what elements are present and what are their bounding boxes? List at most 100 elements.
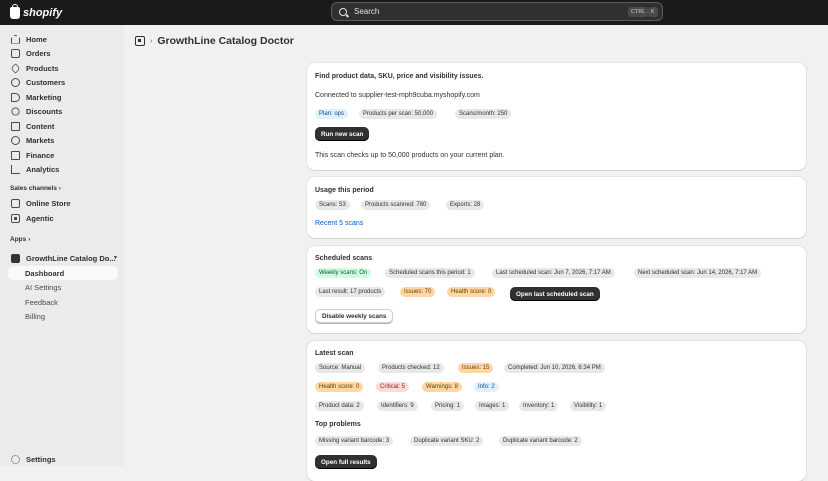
sidebar-item-agentic[interactable]: Agentic	[5, 211, 54, 225]
problem-badge: Missing variant barcode: 3	[315, 436, 394, 446]
sidebar-item-label: Customers	[26, 77, 66, 87]
identifiers-badge: Identifiers: 9	[377, 401, 418, 411]
source-badge: Source: Manual	[315, 363, 366, 373]
scan-card: Find product data, SKU, price and visibi…	[307, 63, 806, 170]
recent-scans-link[interactable]: Recent 5 scans	[315, 220, 363, 227]
sidebar-item-orders[interactable]: Orders	[5, 46, 51, 60]
last-result-badge: Last result: 17 products	[315, 287, 386, 297]
sidebar-item-label: Analytics	[26, 164, 60, 174]
weekly-scans-badge: Weekly scans: On	[315, 268, 372, 278]
sidebar-item-marketing[interactable]: Marketing	[5, 90, 61, 104]
products-checked-badge: Products checked: 12	[378, 363, 444, 373]
kbd-k: K	[648, 7, 658, 17]
sidebar-item-label: Agentic	[26, 213, 54, 223]
sidebar-item-content[interactable]: Content	[5, 119, 54, 133]
sidebar-item-label: Products	[26, 63, 59, 73]
card-title: Find product data, SKU, price and visibi…	[315, 73, 484, 80]
sidebar-item-label: Orders	[26, 48, 51, 58]
scans-badge: Scans: 53	[315, 200, 350, 210]
latest-scan-card: Latest scan Source: Manual Products chec…	[307, 341, 806, 481]
sidebar-item-online-store[interactable]: Online Store	[5, 196, 71, 210]
sidebar-item-label: Finance	[26, 150, 55, 160]
sidebar-item-discounts[interactable]: Discounts	[5, 104, 62, 118]
breadcrumb-separator: ›	[150, 37, 153, 45]
discount-icon	[11, 106, 20, 116]
sidebar-sub-feedback[interactable]: Feedback	[25, 298, 58, 307]
chevron-right-icon: ›	[28, 236, 31, 243]
page-header: › GrowthLine Catalog Doctor	[135, 35, 294, 47]
connected-store-text: Connected to supplier-test-mph9cuba.mysh…	[315, 92, 480, 99]
content-icon	[11, 121, 20, 131]
images-badge: Images: 1	[475, 401, 510, 411]
visibility-badge: Visibility: 1	[570, 401, 607, 411]
sidebar-item-label: Discounts	[26, 106, 63, 116]
sidebar-sub-billing[interactable]: Billing	[25, 312, 45, 321]
disable-weekly-scans-button[interactable]: Disable weekly scans	[315, 309, 394, 323]
issues-badge: Issues: 15	[458, 363, 494, 373]
sidebar-item-label: Home	[26, 34, 47, 44]
completed-badge: Completed: Jun 10, 2026, 6:34 PM	[504, 363, 605, 373]
info-badge: Info: 2	[474, 382, 499, 392]
exports-badge: Exports: 28	[446, 200, 485, 210]
home-icon	[11, 34, 20, 44]
card-title: Latest scan	[315, 350, 354, 357]
sidebar-item-settings[interactable]: Settings	[5, 452, 56, 466]
sidebar-item-home[interactable]: Home	[5, 32, 47, 46]
sidebar-item-markets[interactable]: Markets	[5, 133, 54, 147]
critical-badge: Critical: 5	[376, 382, 410, 392]
sidebar-item-customers[interactable]: Customers	[5, 75, 65, 89]
usage-card: Usage this period Scans: 53 Products sca…	[307, 177, 806, 238]
pricing-badge: Pricing: 1	[431, 401, 465, 411]
chevron-right-icon: ›	[58, 185, 61, 192]
problem-badge: Duplicate variant SKU: 2	[410, 436, 484, 446]
card-title: Usage this period	[315, 187, 374, 194]
shopify-logo[interactable]: shopify	[10, 3, 63, 19]
sidebar-sub-dashboard[interactable]: Dashboard	[8, 266, 118, 280]
app-icon	[11, 253, 20, 263]
scheduled-count-badge: Scheduled scans this period: 1	[385, 268, 475, 278]
sidebar-item-label: Marketing	[26, 92, 62, 102]
sidebar-sub-ai-settings[interactable]: AI Settings	[25, 283, 61, 292]
sidebar-item-app[interactable]: GrowthLine Catalog Do... ▼	[5, 251, 120, 265]
last-scheduled-badge: Last scheduled scan: Jun 7, 2026, 7:17 A…	[492, 268, 615, 278]
next-scheduled-badge: Next scheduled scan: Jun 14, 2026, 7:17 …	[634, 268, 762, 278]
inventory-badge: Inventory: 1	[519, 401, 559, 411]
card-title: Scheduled scans	[315, 255, 373, 262]
sidebar-item-analytics[interactable]: Analytics	[5, 162, 59, 176]
health-score-badge: Health score: 0	[447, 287, 496, 297]
brand-name: shopify	[23, 6, 63, 19]
gear-icon	[11, 454, 20, 464]
target-icon	[11, 92, 20, 102]
sidebar-item-label: Online Store	[26, 198, 71, 208]
agentic-icon	[11, 213, 20, 223]
scan-limit-note: This scan checks up to 50,000 products o…	[315, 152, 505, 159]
chart-icon	[11, 164, 20, 174]
issues-badge: Issues: 70	[400, 287, 436, 297]
sidebar-item-products[interactable]: Products	[5, 61, 59, 75]
app-icon[interactable]	[135, 36, 145, 46]
product-data-badge: Product data: 2	[315, 401, 364, 411]
apps-heading[interactable]: Apps ›	[10, 236, 30, 243]
sidebar-item-label: Content	[26, 121, 55, 131]
sidebar-item-finance[interactable]: Finance	[5, 148, 54, 162]
kbd-ctrl: CTRL	[628, 7, 649, 17]
page-title: GrowthLine Catalog Doctor	[157, 35, 294, 47]
orders-icon	[11, 48, 20, 58]
sidebar-item-label: GrowthLine Catalog Do...	[26, 253, 116, 263]
sales-channels-heading[interactable]: Sales channels ›	[10, 185, 61, 192]
shopping-bag-icon	[10, 3, 20, 19]
warnings-badge: Warnings: 8	[422, 382, 462, 392]
caret-down-icon: ▼	[113, 255, 118, 261]
top-problems-title: Top problems	[315, 421, 361, 428]
tag-icon	[10, 62, 21, 74]
scans-month-badge: Scans/month: 250	[455, 109, 512, 119]
run-new-scan-button[interactable]: Run new scan	[315, 127, 370, 141]
problem-badge: Duplicate variant barcode: 2	[499, 436, 582, 446]
products-scanned-badge: Products scanned: 780	[361, 200, 431, 210]
products-per-scan-badge: Products per scan: 50,000	[359, 109, 438, 119]
open-full-results-button[interactable]: Open full results	[315, 455, 377, 469]
search-input[interactable]: Search CTRL K	[331, 2, 663, 21]
top-bar: shopify Search CTRL K	[0, 0, 828, 25]
open-last-scheduled-scan-button[interactable]: Open last scheduled scan	[510, 287, 600, 301]
plan-badge: Plan: ops	[315, 109, 349, 119]
